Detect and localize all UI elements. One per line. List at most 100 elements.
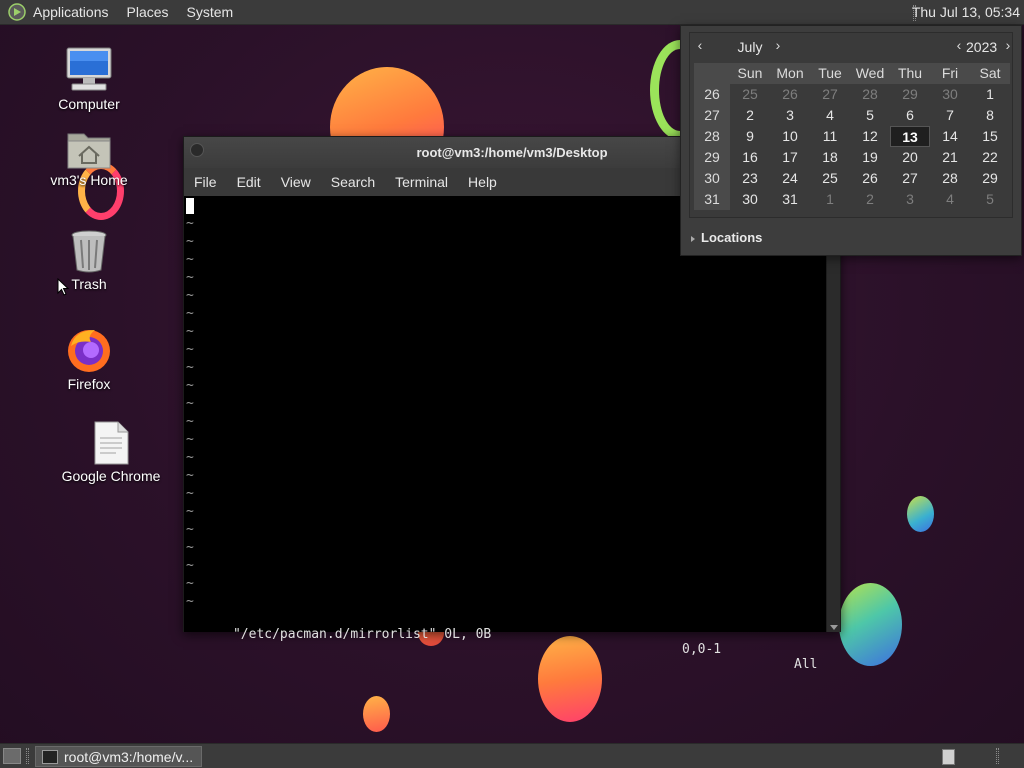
menu-file[interactable]: File [194,174,217,190]
terminal-scrollbar[interactable] [826,196,840,632]
calendar-week-row: 29 16 17 18 19 20 21 22 [694,147,1010,168]
wallpaper-blob [363,696,390,732]
calendar-day[interactable]: 17 [770,147,810,168]
status-scroll-position: All [794,657,818,672]
terminal-icon [42,749,58,764]
workspace-switcher[interactable] [942,749,955,765]
calendar-day[interactable]: 9 [730,126,770,147]
calendar-day[interactable]: 15 [970,126,1010,147]
calendar-day[interactable]: 28 [930,168,970,189]
next-month-button[interactable]: › [770,37,786,53]
calendar-day[interactable]: 30 [730,189,770,210]
expander-arrow-icon [691,235,695,242]
menu-system[interactable]: System [178,4,243,20]
calendar-day[interactable]: 8 [970,105,1010,126]
calendar-day[interactable]: 24 [770,168,810,189]
calendar-day[interactable]: 29 [970,168,1010,189]
calendar-day[interactable]: 20 [890,147,930,168]
wallpaper-blob [839,583,902,666]
calendar-day[interactable]: 30 [930,84,970,105]
calendar-day[interactable]: 5 [850,105,890,126]
calendar-day[interactable]: 28 [850,84,890,105]
calendar-day[interactable]: 6 [890,105,930,126]
calendar-day[interactable]: 1 [810,189,850,210]
calendar-day[interactable]: 3 [890,189,930,210]
status-cursor-position: 0,0-1 [682,642,722,657]
calendar-day[interactable]: 11 [810,126,850,147]
wallpaper-blob [907,496,934,532]
weekday-header-row: Sun Mon Tue Wed Thu Fri Sat [694,63,1010,84]
calendar-day[interactable]: 21 [930,147,970,168]
panel-grip-handle[interactable] [26,748,29,764]
terminal-output[interactable]: ~ ~ ~ ~ ~ ~ ~ ~ ~ ~ ~ ~ ~ ~ ~ ~ ~ ~ ~ ~ … [184,196,827,672]
computer-icon [66,47,112,91]
calendar-day[interactable]: 27 [890,168,930,189]
week-number: 31 [694,189,730,210]
prev-month-button[interactable]: ‹ [692,37,708,53]
scroll-down-arrow-icon[interactable] [830,625,838,630]
calendar-day[interactable]: 14 [930,126,970,147]
bottom-panel: root@vm3:/home/v... [0,743,1024,768]
mouse-pointer-icon [57,278,69,296]
calendar-day[interactable]: 23 [730,168,770,189]
calendar-day[interactable]: 10 [770,126,810,147]
week-number: 27 [694,105,730,126]
calendar-day[interactable]: 19 [850,147,890,168]
menu-terminal[interactable]: Terminal [395,174,448,190]
status-file-info: "/etc/pacman.d/mirrorlist" 0L, 0B [232,627,492,642]
top-panel: Applications Places System Thu Jul 13, 0… [0,0,1024,25]
calendar-day[interactable]: 5 [970,189,1010,210]
calendar-year: 2023 [966,39,998,55]
locations-expander[interactable]: Locations [691,230,762,245]
calendar-day[interactable]: 12 [850,126,890,147]
calendar-week-row: 28 9 10 11 12 13 14 15 [694,126,1010,147]
calendar-day[interactable]: 7 [930,105,970,126]
desktop-icon-home[interactable]: vm3's Home [34,128,144,188]
calendar-grid: Sun Mon Tue Wed Thu Fri Sat 26 25 26 27 28 29… [694,63,1010,210]
desktop-icon-trash[interactable]: Trash [34,228,144,292]
calendar-day[interactable]: 2 [730,105,770,126]
menu-edit[interactable]: Edit [237,174,261,190]
calendar-day-today[interactable]: 13 [890,126,930,147]
wallpaper-blob [538,636,602,722]
calendar-day[interactable]: 18 [810,147,850,168]
prev-year-button[interactable]: ‹ [951,37,967,53]
panel-clock[interactable]: Thu Jul 13, 05:34 [912,4,1020,20]
next-year-button[interactable]: › [1000,37,1016,53]
calendar-day[interactable]: 25 [810,168,850,189]
calendar-day[interactable]: 16 [730,147,770,168]
menu-view[interactable]: View [281,174,311,190]
calendar-day[interactable]: 2 [850,189,890,210]
calendar-day[interactable]: 31 [770,189,810,210]
weekday-label: Sun [730,63,770,84]
calendar-day[interactable]: 3 [770,105,810,126]
desktop-icon-firefox[interactable]: Firefox [34,326,144,392]
calendar-day[interactable]: 26 [770,84,810,105]
menu-help[interactable]: Help [468,174,497,190]
calendar-day[interactable]: 29 [890,84,930,105]
calendar-day[interactable]: 26 [850,168,890,189]
show-desktop-icon[interactable] [3,748,21,764]
panel-grip-handle[interactable] [996,748,999,764]
taskbar-terminal-button[interactable]: root@vm3:/home/v... [35,746,202,767]
calendar-day[interactable]: 22 [970,147,1010,168]
calendar-day[interactable]: 4 [810,105,850,126]
calendar-day[interactable]: 4 [930,189,970,210]
desktop-icon-label: Firefox [67,376,111,392]
desktop-icon-label: Trash [71,276,107,292]
empty-line-markers: ~ ~ ~ ~ ~ ~ ~ ~ ~ ~ ~ ~ ~ ~ ~ ~ ~ ~ ~ ~ … [186,216,194,609]
desktop-icon-computer[interactable]: Computer [34,46,144,112]
distro-logo-icon[interactable] [8,3,26,21]
calendar-day[interactable]: 25 [730,84,770,105]
calendar-day[interactable]: 27 [810,84,850,105]
weekday-label: Thu [890,63,930,84]
menu-search[interactable]: Search [331,174,375,190]
calendar-header: ‹ July › ‹ 2023 › [690,33,1012,61]
home-folder-icon [67,133,111,169]
desktop-icon-google-chrome[interactable]: Google Chrome [56,420,166,484]
window-menu-icon[interactable] [190,143,204,157]
menu-applications[interactable]: Applications [33,4,118,20]
calendar-week-row: 31 30 31 1 2 3 4 5 [694,189,1010,210]
menu-places[interactable]: Places [118,4,178,20]
calendar-day[interactable]: 1 [970,84,1010,105]
